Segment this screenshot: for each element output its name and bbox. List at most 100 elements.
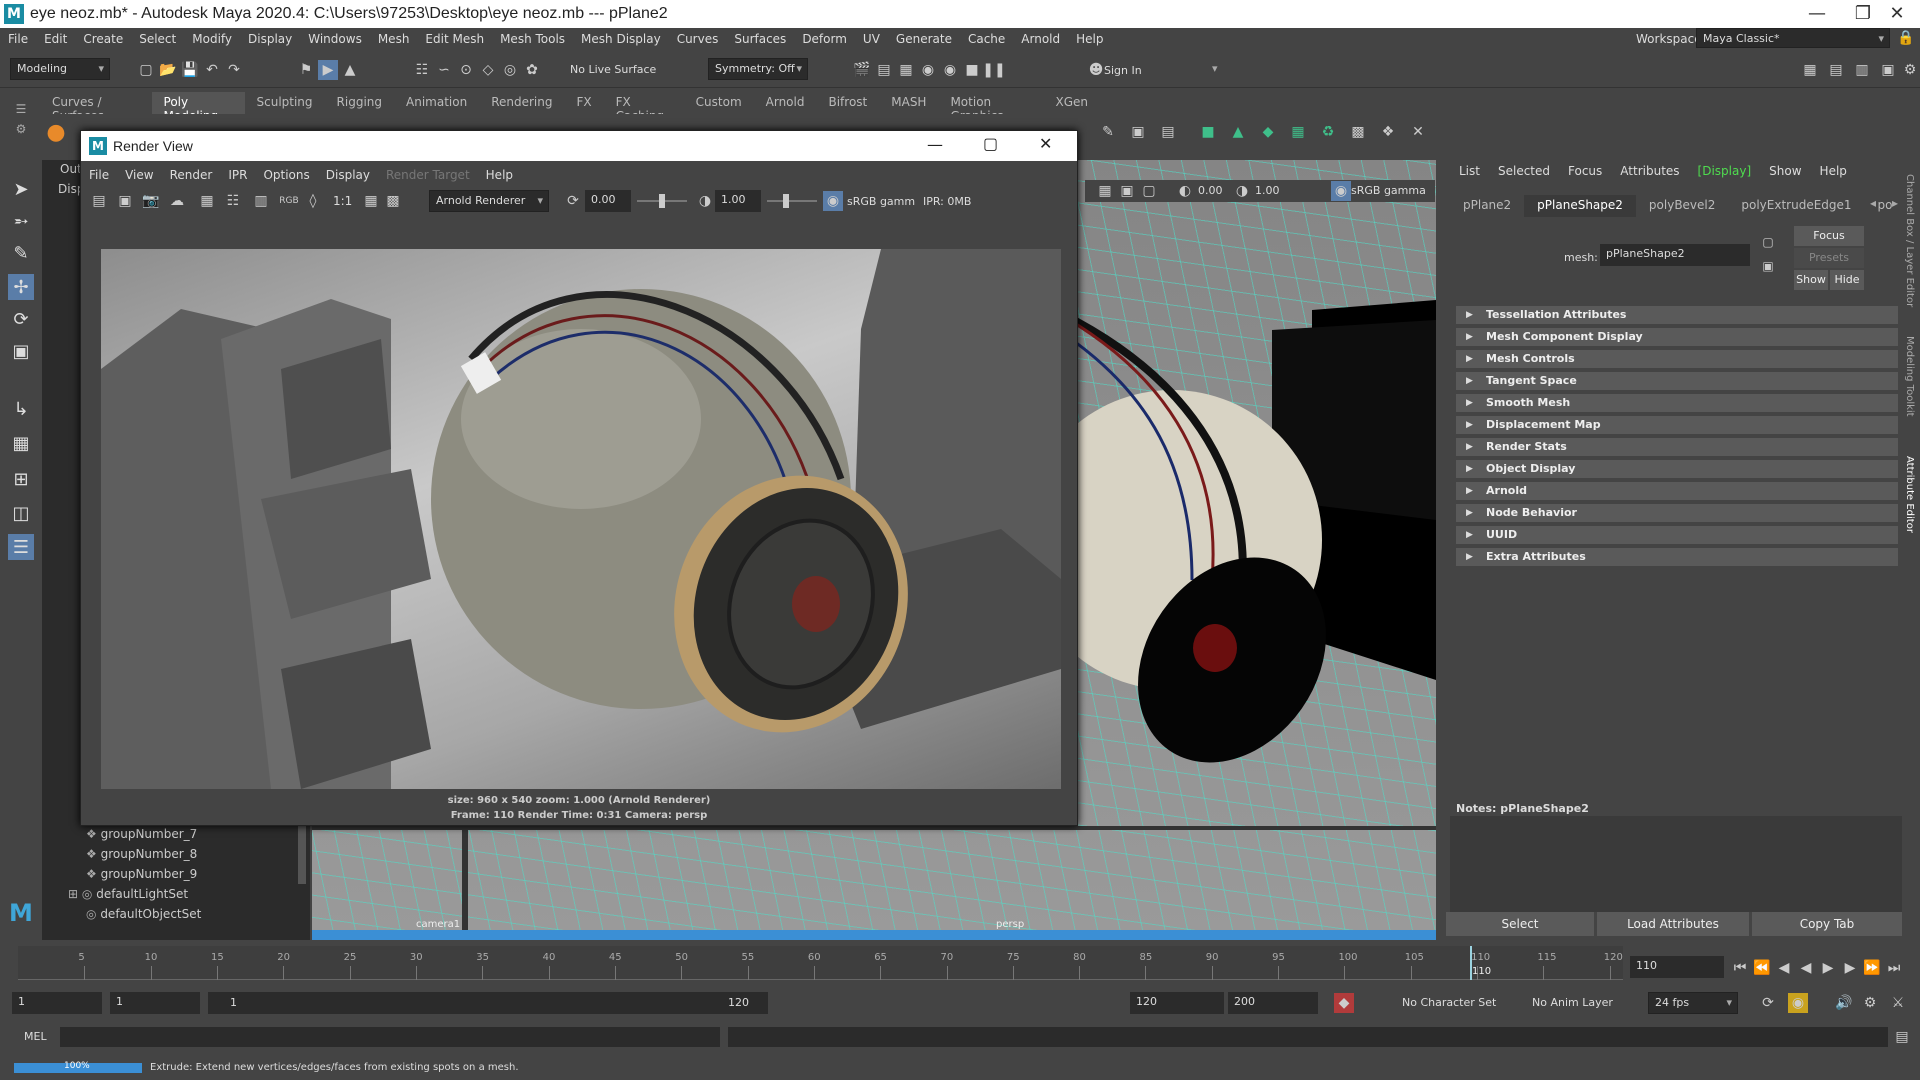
rendered-image[interactable] xyxy=(101,249,1061,789)
sound-icon[interactable]: 🔊 xyxy=(1834,993,1854,1013)
time-slider[interactable]: 5 10 15 20 25 30 35 40 45 50 55 60 65 70 75 80 85 90 95 100… xyxy=(0,944,1920,982)
section-object-display[interactable]: Object Display xyxy=(1456,460,1898,478)
menu-cache[interactable]: Cache xyxy=(960,32,1013,46)
go-to-start-icon[interactable]: ⏮ xyxy=(1730,958,1750,978)
shelf-tab-mash[interactable]: MASH xyxy=(879,92,938,114)
refresh-ipr-icon[interactable]: ▦ xyxy=(197,191,217,211)
rv-menu-ipr[interactable]: IPR xyxy=(220,168,255,182)
rv-menu-file[interactable]: File xyxy=(81,168,117,182)
step-back-key-icon[interactable]: ⏪ xyxy=(1752,958,1772,978)
menu-file[interactable]: File xyxy=(0,32,36,46)
attr-tab-polybevel2[interactable]: polyBevel2 xyxy=(1636,195,1728,217)
outliner-item[interactable]: ❖ groupNumber_8 xyxy=(42,844,292,864)
section-tangent-space[interactable]: Tangent Space xyxy=(1456,372,1898,390)
paint-select-icon[interactable]: ✎ xyxy=(8,240,34,266)
append-polygon-icon[interactable]: ▲ xyxy=(1228,122,1248,142)
attr-tab-polyextrudeedge1[interactable]: polyExtrudeEdge1 xyxy=(1728,195,1864,217)
minimize-icon[interactable]: — xyxy=(1794,0,1840,28)
script-editor-icon[interactable]: ▤ xyxy=(1892,1027,1912,1047)
user-icon[interactable]: ☻ xyxy=(1086,60,1106,80)
section-node-behavior[interactable]: Node Behavior xyxy=(1456,504,1898,522)
multi-cut-icon[interactable]: ✎ xyxy=(1098,122,1118,142)
side-tab-attribute-editor[interactable]: Attribute Editor xyxy=(1904,456,1915,533)
rv-menu-options[interactable]: Options xyxy=(255,168,317,182)
four-view-icon[interactable]: ⊞ xyxy=(8,466,34,492)
focus-input-icon[interactable]: ▢ xyxy=(1758,232,1778,252)
exposure-icon[interactable]: ⟳ xyxy=(563,191,583,211)
shelf-tab-xgen[interactable]: XGen xyxy=(1043,92,1100,114)
shelf-tab-sculpting[interactable]: Sculpting xyxy=(245,92,325,114)
menu-deform[interactable]: Deform xyxy=(794,32,855,46)
snap-curve-icon[interactable]: ∽ xyxy=(434,60,454,80)
menu-display[interactable]: Display xyxy=(240,32,300,46)
outliner-item[interactable]: ◎ defaultObjectSet xyxy=(42,904,292,924)
fps-dropdown[interactable]: 24 fps xyxy=(1648,992,1738,1014)
panel-layout-3-icon[interactable]: ▥ xyxy=(1852,60,1872,80)
expand-icon[interactable]: ⊞ xyxy=(68,887,78,901)
attr-menu-show[interactable]: Show xyxy=(1760,164,1810,178)
menu-mesh-tools[interactable]: Mesh Tools xyxy=(492,32,573,46)
attr-menu-display[interactable]: [Display] xyxy=(1689,164,1761,178)
menu-mesh-display[interactable]: Mesh Display xyxy=(573,32,669,46)
pane-separator[interactable] xyxy=(312,826,1436,830)
section-render-stats[interactable]: Render Stats xyxy=(1456,438,1898,456)
ipr-tuning-icon[interactable]: ☷ xyxy=(223,191,243,211)
exposure-slider-thumb[interactable] xyxy=(659,194,665,208)
rv-menu-render-target[interactable]: Render Target xyxy=(378,168,478,182)
step-forward-key-icon[interactable]: ⏩ xyxy=(1862,958,1882,978)
gamma-slider[interactable] xyxy=(767,200,817,202)
workspace-dropdown[interactable]: Maya Classic* xyxy=(1696,28,1890,48)
exposure-value[interactable]: 0.00 xyxy=(1198,184,1223,197)
attr-menu-attributes[interactable]: Attributes xyxy=(1611,164,1688,178)
rv-menu-view[interactable]: View xyxy=(117,168,161,182)
auto-key-icon[interactable]: ◆ xyxy=(1334,993,1354,1013)
gamma-value[interactable]: 1.00 xyxy=(1255,184,1280,197)
menu-select[interactable]: Select xyxy=(131,32,184,46)
menu-edit-mesh[interactable]: Edit Mesh xyxy=(417,32,492,46)
lock-icon[interactable]: 🔒 xyxy=(1896,28,1916,48)
menu-mesh[interactable]: Mesh xyxy=(370,32,418,46)
mesh-name-field[interactable]: pPlaneShape2 xyxy=(1600,244,1750,266)
panel-layout-2-icon[interactable]: ▤ xyxy=(1826,60,1846,80)
viewport-grid-icon[interactable]: ▦ xyxy=(1095,181,1115,201)
real-size-label[interactable]: 1:1 xyxy=(333,194,352,208)
rgb-channels-icon[interactable]: RGB xyxy=(279,191,299,211)
live-surface-label[interactable]: No Live Surface xyxy=(570,63,656,76)
undo-icon[interactable]: ↶ xyxy=(202,60,222,80)
single-perspective-icon[interactable]: ▦ xyxy=(8,430,34,456)
settings-icon[interactable]: ⚙ xyxy=(1900,60,1920,80)
symmetry-dropdown[interactable]: Symmetry: Off xyxy=(708,58,808,80)
attr-menu-focus[interactable]: Focus xyxy=(1559,164,1611,178)
section-displacement-map[interactable]: Displacement Map xyxy=(1456,416,1898,434)
shelf-tab-custom[interactable]: Custom xyxy=(684,92,754,114)
attr-menu-selected[interactable]: Selected xyxy=(1489,164,1559,178)
play-backwards-icon[interactable]: ◀ xyxy=(1796,958,1816,978)
panel-layout-4-icon[interactable]: ▣ xyxy=(1878,60,1898,80)
remove-image-icon[interactable]: ▩ xyxy=(383,191,403,211)
target-weld-icon[interactable]: ✕ xyxy=(1408,122,1428,142)
tab-scroll-left-icon[interactable]: ◂ xyxy=(1870,196,1876,210)
gamma-icon[interactable]: ◑ xyxy=(1232,181,1252,201)
lasso-tool-icon[interactable]: ➵ xyxy=(8,208,34,234)
shelf-tab-bifrost[interactable]: Bifrost xyxy=(816,92,879,114)
select-by-hierarchy-icon[interactable]: ⚑ xyxy=(296,60,316,80)
persp-outliner-icon[interactable]: ◫ xyxy=(8,500,34,526)
separate-icon[interactable]: ♻ xyxy=(1318,122,1338,142)
extrude-icon[interactable]: ▤ xyxy=(1158,122,1178,142)
select-by-component-icon[interactable]: ▲ xyxy=(340,60,360,80)
go-to-end-icon[interactable]: ⏭ xyxy=(1884,958,1904,978)
section-smooth-mesh[interactable]: Smooth Mesh xyxy=(1456,394,1898,412)
current-frame-field[interactable]: 110 xyxy=(1630,956,1724,978)
combine-icon[interactable]: ▦ xyxy=(1288,122,1308,142)
shelf-tab-motion-graphics[interactable]: Motion Graphics xyxy=(938,92,1043,123)
keep-image-icon[interactable]: ▦ xyxy=(361,191,381,211)
outliner-tab-out[interactable]: Out xyxy=(60,162,82,176)
render-icon[interactable]: 🎬 xyxy=(852,60,872,80)
rv-maximize-icon[interactable]: ▢ xyxy=(983,134,998,153)
hypershade-icon[interactable]: ◉ xyxy=(918,60,938,80)
cache-playback-icon[interactable]: ◉ xyxy=(1788,993,1808,1013)
playback-start-field[interactable]: 1 xyxy=(110,992,200,1014)
rv-colorspace[interactable]: sRGB gamm xyxy=(847,195,915,208)
menu-uv[interactable]: UV xyxy=(855,32,888,46)
shelf-tab-rendering[interactable]: Rendering xyxy=(479,92,564,114)
